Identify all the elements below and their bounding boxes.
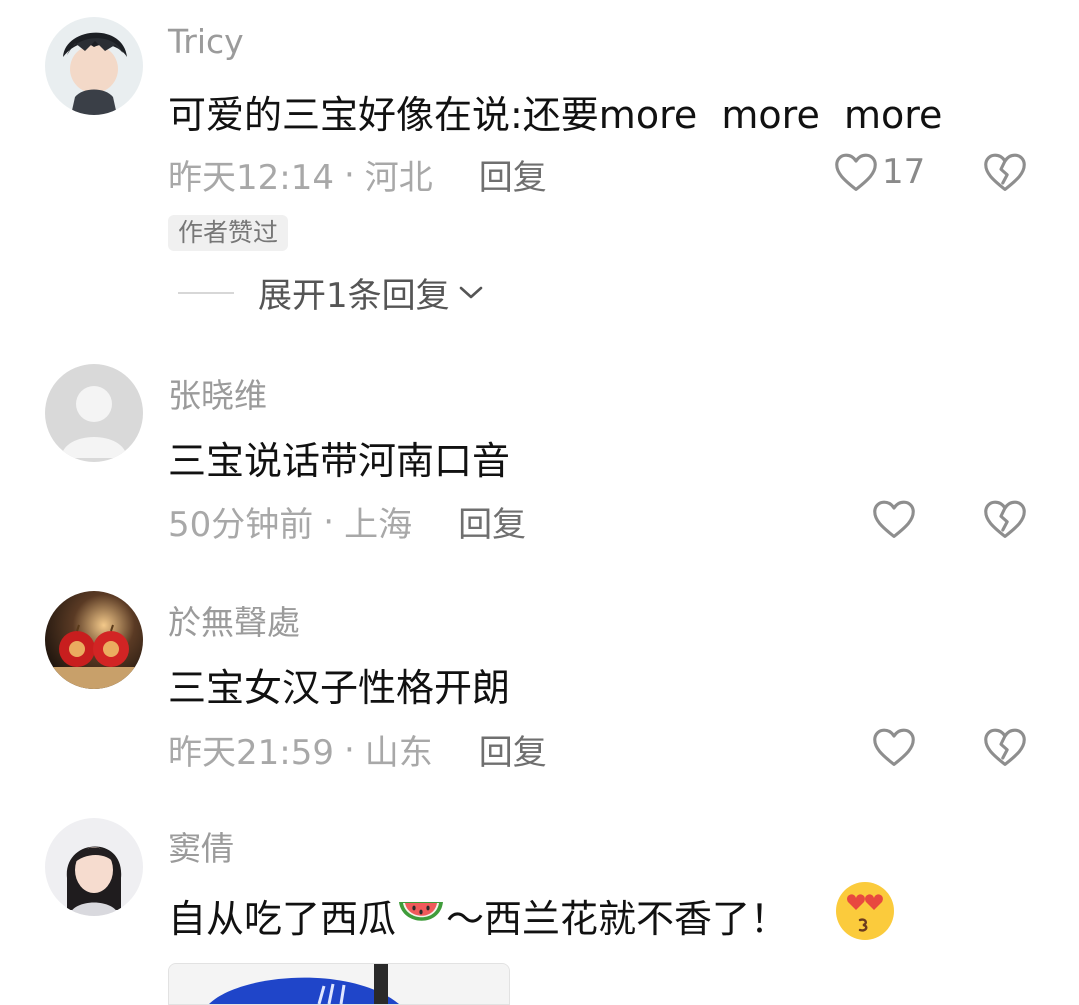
chevron-down-icon [459,286,482,298]
divider-line [178,291,234,294]
comment-item: Tricy 可爱的三宝好像在说:还要more more more 昨天12:14… [0,0,1079,330]
like-count: 17 [882,152,926,192]
young-woman-avatar-icon [45,818,143,916]
expand-replies-button[interactable]: 展开1条回复 [178,268,486,317]
reply-button[interactable]: 回复 [458,497,526,546]
comment-time: 昨天12:14 [168,158,334,198]
heart-icon [873,728,915,766]
avatar[interactable] [45,591,143,689]
comment-text-part: ～西兰花就不香了！ [446,897,789,941]
emoji-heart-eyes [832,880,898,942]
avatar[interactable] [45,818,143,916]
meta-separator: · [343,154,355,195]
comment-username[interactable]: Tricy [168,22,244,61]
avatar[interactable] [45,364,143,462]
comment-username[interactable]: 於無聲處 [168,596,300,644]
comment-username[interactable]: 张晓维 [168,369,267,417]
comment-text: 可爱的三宝好像在说:还要more more more [168,93,943,137]
default-user-avatar-icon [45,364,143,462]
heart-icon [835,153,877,191]
reply-button[interactable]: 回复 [479,725,547,774]
comment-text: 自从吃了西瓜 ～西兰花就不香了！ [168,888,788,943]
heart-eyes-kiss-emoji-icon [836,882,894,940]
author-liked-badge: 作者赞过 [168,215,289,251]
red-apples-avatar-icon [45,591,143,689]
comment-text: 三宝女汉子性格开朗 [168,666,511,710]
heart-icon [873,500,915,538]
broken-heart-icon [984,500,1026,538]
comment-meta: 50分钟前 · 上海 回复 [168,497,526,546]
comment-time: 昨天21:59 [168,733,334,773]
comment-location: 山东 [364,733,433,773]
watermelon-icon [399,901,444,921]
comment-meta: 昨天21:59 · 山东 回复 [168,725,547,774]
blue-cap-image-icon [169,964,509,1004]
comment-username[interactable]: 窦倩 [168,822,234,870]
comment-location: 河北 [364,158,433,198]
young-man-avatar-icon [45,17,143,115]
meta-separator: · [323,501,335,542]
dislike-button[interactable] [983,498,1027,540]
like-button[interactable] [872,498,916,540]
comment-time: 50分钟前 [168,505,314,545]
comment-text-part: 自从吃了西瓜 [168,897,397,941]
comment-meta: 昨天12:14 · 河北 回复 [168,150,547,199]
attached-image-thumbnail[interactable] [168,963,510,1005]
meta-separator: · [343,729,355,770]
reply-button[interactable]: 回复 [479,150,547,199]
broken-heart-icon [984,728,1026,766]
comment-location: 上海 [344,505,413,545]
like-button[interactable]: 17 [834,151,925,193]
like-button[interactable] [872,726,916,768]
avatar[interactable] [45,17,143,115]
dislike-button[interactable] [983,726,1027,768]
comment-text: 三宝说话带河南口音 [168,439,511,483]
dislike-button[interactable] [983,151,1027,193]
broken-heart-icon [984,153,1026,191]
expand-replies-label: 展开1条回复 [258,276,450,316]
